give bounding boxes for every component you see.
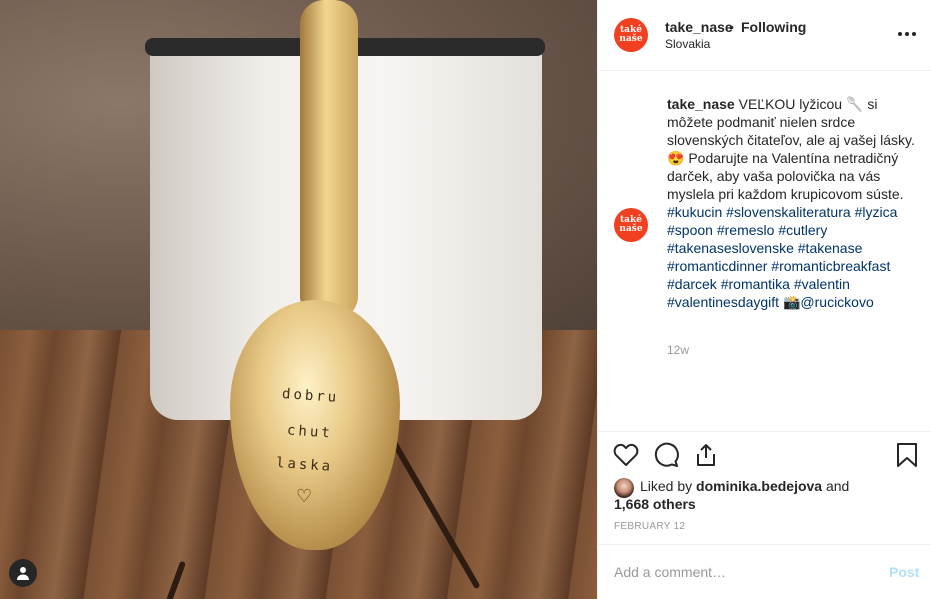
post-sidebar: také naše take_nase • Following Slovakia… (597, 0, 931, 599)
share-icon[interactable] (692, 440, 720, 470)
others-count[interactable]: 1,668 others (614, 496, 696, 512)
avatar-text-bottom: naše (619, 224, 643, 234)
engraving-line-2: chut (286, 422, 334, 442)
bookmark-icon[interactable] (893, 440, 921, 470)
post-location[interactable]: Slovakia (665, 37, 710, 51)
person-icon (17, 567, 29, 580)
hashtag-link[interactable]: #romanticdinner (667, 258, 767, 274)
user-tag-icon[interactable] (9, 559, 37, 587)
heart-eyes-emoji: 😍 (667, 150, 685, 166)
hashtag-link[interactable]: #romantika (721, 276, 790, 292)
hashtag-link[interactable]: #valentin (794, 276, 850, 292)
caption-time-ago[interactable]: 12w (667, 343, 689, 357)
liked-by-and: and (825, 478, 850, 494)
post-date[interactable]: FEBRUARY 12 (614, 521, 685, 532)
mention-link[interactable]: @rucickovo (800, 294, 873, 310)
speech-bubble-icon[interactable] (652, 440, 680, 470)
comment-bar: Post (598, 544, 931, 599)
caption-text-3: Podarujte na Valentína netradičný darček… (667, 150, 904, 202)
more-options-icon[interactable] (898, 24, 920, 44)
post-caption: take_nase VEĽKOU lyžicou 🥄 si môžete pod… (667, 95, 917, 311)
profile-username[interactable]: take_nase (665, 19, 733, 35)
liked-by-line: Liked by dominika.bedejova and (640, 478, 849, 494)
separator-dot: • (729, 19, 734, 35)
hashtag-link[interactable]: #valentinesdaygift (667, 294, 779, 310)
camera-emoji: 📸 (782, 294, 801, 310)
engraved-heart-icon: ♡ (296, 486, 313, 506)
caption-section: také naše take_nase VEĽKOU lyžicou 🥄 si … (598, 71, 931, 432)
liked-by-prefix: Liked by (640, 478, 693, 494)
hashtag-link[interactable]: #takenaseslovenske (667, 240, 794, 256)
spoon-emoji: 🥄 (845, 96, 864, 112)
hashtag-link[interactable]: #takenase (798, 240, 863, 256)
hashtag-link[interactable]: #romanticbreakfast (771, 258, 890, 274)
action-bar (598, 432, 931, 478)
hashtag-link[interactable]: #lyzica (855, 204, 898, 220)
hashtag-link[interactable]: #remeslo (717, 222, 775, 238)
spoon-handle (300, 0, 358, 320)
hashtag-link[interactable]: #cutlery (778, 222, 827, 238)
following-button[interactable]: Following (741, 19, 806, 35)
post-photo[interactable]: dobru chut laska ♡ (0, 0, 597, 599)
likes-summary: Liked by dominika.bedejova and 1,668 oth… (614, 476, 924, 516)
liker-username[interactable]: dominika.bedejova (696, 478, 822, 494)
liker-avatar[interactable] (614, 478, 634, 498)
post-comment-button[interactable]: Post (889, 564, 919, 580)
hashtag-link[interactable]: #darcek (667, 276, 717, 292)
caption-text-1: VEĽKOU lyžicou (738, 96, 843, 112)
hashtag-link[interactable]: #spoon (667, 222, 713, 238)
heart-outline-icon[interactable] (612, 440, 640, 470)
hashtag-link[interactable]: #kukucin (667, 204, 722, 220)
caption-avatar[interactable]: také naše (614, 208, 648, 242)
post-header: také naše take_nase • Following Slovakia (598, 0, 931, 71)
hashtag-link[interactable]: #slovenskaliteratura (726, 204, 851, 220)
caption-username[interactable]: take_nase (667, 96, 735, 112)
profile-avatar[interactable]: také naše (614, 18, 648, 52)
avatar-text-bottom: naše (619, 34, 643, 44)
comment-input[interactable] (614, 561, 874, 583)
